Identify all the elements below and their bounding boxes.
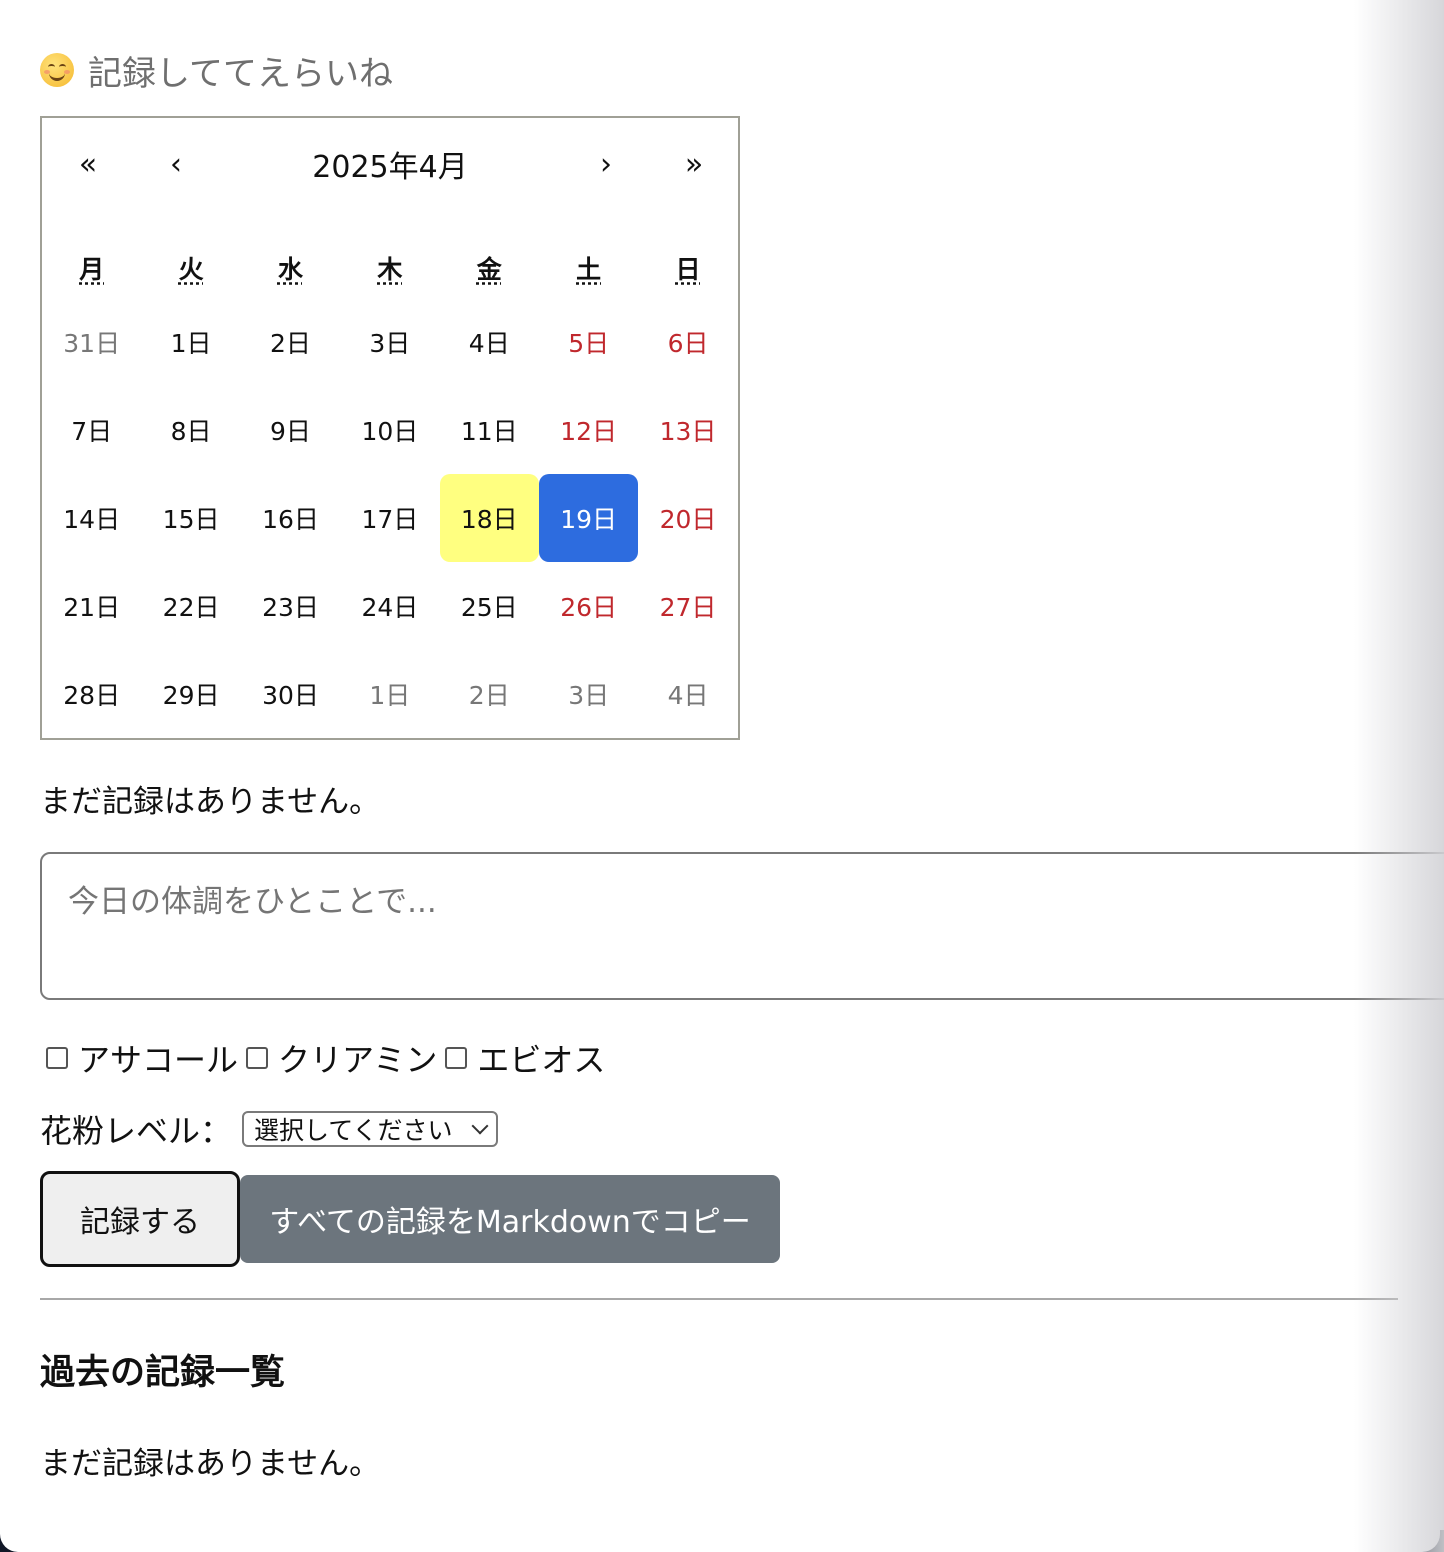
weekday-header: 月 火 水 木 金 土 日 <box>42 242 738 298</box>
checkbox[interactable] <box>445 1047 468 1069</box>
calendar-day[interactable]: 10日 <box>340 386 439 474</box>
calendar-day[interactable]: 8日 <box>141 386 240 474</box>
medication-checklist: アサコール クリアミン エビオス <box>46 1036 613 1080</box>
no-records-message: まだ記録はありません。 <box>40 784 381 820</box>
weekday-label: 火 <box>178 255 204 284</box>
calendar-day[interactable]: 3日 <box>539 650 638 738</box>
app-window: 記録しててえらいね « ‹ 2025年4月 › » 月 火 水 木 金 土 日 … <box>0 0 1444 1552</box>
calendar-day[interactable]: 4日 <box>638 650 737 738</box>
calendar-day[interactable]: 31日 <box>42 298 141 386</box>
medication-clearmin[interactable]: クリアミン <box>246 1035 437 1081</box>
medication-ebios[interactable]: エビオス <box>445 1035 605 1081</box>
pollen-level-select[interactable]: 選択してください <box>242 1111 499 1147</box>
calendar-day[interactable]: 19日 <box>538 474 639 562</box>
calendar-day[interactable]: 12日 <box>539 386 638 474</box>
smiling-face-icon <box>40 53 74 87</box>
record-button[interactable]: 記録する <box>40 1171 240 1267</box>
calendar-day[interactable]: 5日 <box>539 298 638 386</box>
weekday-label: 金 <box>476 255 502 284</box>
calendar-day[interactable]: 14日 <box>42 474 141 562</box>
weekday-label: 木 <box>377 255 403 284</box>
next-year-button[interactable]: » <box>664 142 724 186</box>
calendar-day[interactable]: 22日 <box>141 562 240 650</box>
calendar-day[interactable]: 4日 <box>440 298 539 386</box>
calendar-day[interactable]: 6日 <box>638 298 737 386</box>
calendar: « ‹ 2025年4月 › » 月 火 水 木 金 土 日 31日 1日 2日 3日 4… <box>40 116 740 740</box>
calendar-day[interactable]: 25日 <box>440 562 539 650</box>
page-sheet: 記録しててえらいね « ‹ 2025年4月 › » 月 火 水 木 金 土 日 … <box>0 0 1444 1552</box>
calendar-day[interactable]: 3日 <box>340 298 439 386</box>
next-month-button[interactable]: › <box>576 142 636 186</box>
calendar-day[interactable]: 1日 <box>340 650 439 738</box>
calendar-day[interactable]: 13日 <box>638 386 737 474</box>
checkbox[interactable] <box>246 1047 269 1069</box>
calendar-day[interactable]: 1日 <box>141 298 240 386</box>
pollen-level-row: 花粉レベル： 選択してください <box>40 1106 499 1152</box>
calendar-day[interactable]: 23日 <box>241 562 340 650</box>
condition-memo-input[interactable] <box>40 852 1444 1000</box>
medication-label: アサコール <box>78 1041 239 1079</box>
history-empty-message: まだ記録はありません。 <box>40 1446 381 1482</box>
calendar-day[interactable]: 20日 <box>638 474 737 562</box>
weekday-label: 水 <box>277 255 303 284</box>
prev-year-button[interactable]: « <box>58 142 118 186</box>
pollen-level-label: 花粉レベル： <box>40 1112 233 1150</box>
calendar-day[interactable]: 2日 <box>241 298 340 386</box>
calendar-navigation: « ‹ 2025年4月 › » <box>42 118 738 210</box>
calendar-day[interactable]: 2日 <box>440 650 539 738</box>
medication-label: クリアミン <box>278 1041 438 1079</box>
chevron-down-icon <box>471 1117 489 1135</box>
divider <box>40 1298 1398 1300</box>
greeting-text: 記録しててえらいね <box>88 53 393 94</box>
calendar-day[interactable]: 21日 <box>42 562 141 650</box>
calendar-day[interactable]: 9日 <box>241 386 340 474</box>
calendar-day[interactable]: 7日 <box>42 386 141 474</box>
calendar-day[interactable]: 26日 <box>539 562 638 650</box>
greeting-header: 記録しててえらいね <box>40 48 393 94</box>
copy-markdown-button[interactable]: すべての記録をMarkdownでコピー <box>240 1175 780 1263</box>
calendar-day[interactable]: 15日 <box>141 474 240 562</box>
checkbox[interactable] <box>46 1047 68 1069</box>
calendar-day[interactable]: 30日 <box>241 650 340 738</box>
weekday-label: 日 <box>675 255 701 284</box>
weekday-label: 月 <box>79 255 105 284</box>
calendar-day[interactable]: 29日 <box>141 650 240 738</box>
calendar-day[interactable]: 17日 <box>340 474 439 562</box>
select-value: 選択してください <box>254 1116 453 1145</box>
calendar-day[interactable]: 16日 <box>241 474 340 562</box>
history-title: 過去の記録一覧 <box>40 1353 286 1393</box>
medication-label: エビオス <box>477 1041 606 1079</box>
calendar-day[interactable]: 28日 <box>42 650 141 738</box>
calendar-days-grid: 31日 1日 2日 3日 4日 5日 6日 7日 8日 9日 10日 11日 12日 13日 14日 15日 1… <box>42 298 738 738</box>
medication-asacol[interactable]: アサコール <box>46 1035 238 1081</box>
calendar-day[interactable]: 18日 <box>439 474 539 562</box>
calendar-day[interactable]: 27日 <box>638 562 737 650</box>
calendar-day[interactable]: 24日 <box>340 562 439 650</box>
calendar-day[interactable]: 11日 <box>440 386 539 474</box>
month-label[interactable]: 2025年4月 <box>192 142 588 186</box>
weekday-label: 土 <box>576 255 602 284</box>
